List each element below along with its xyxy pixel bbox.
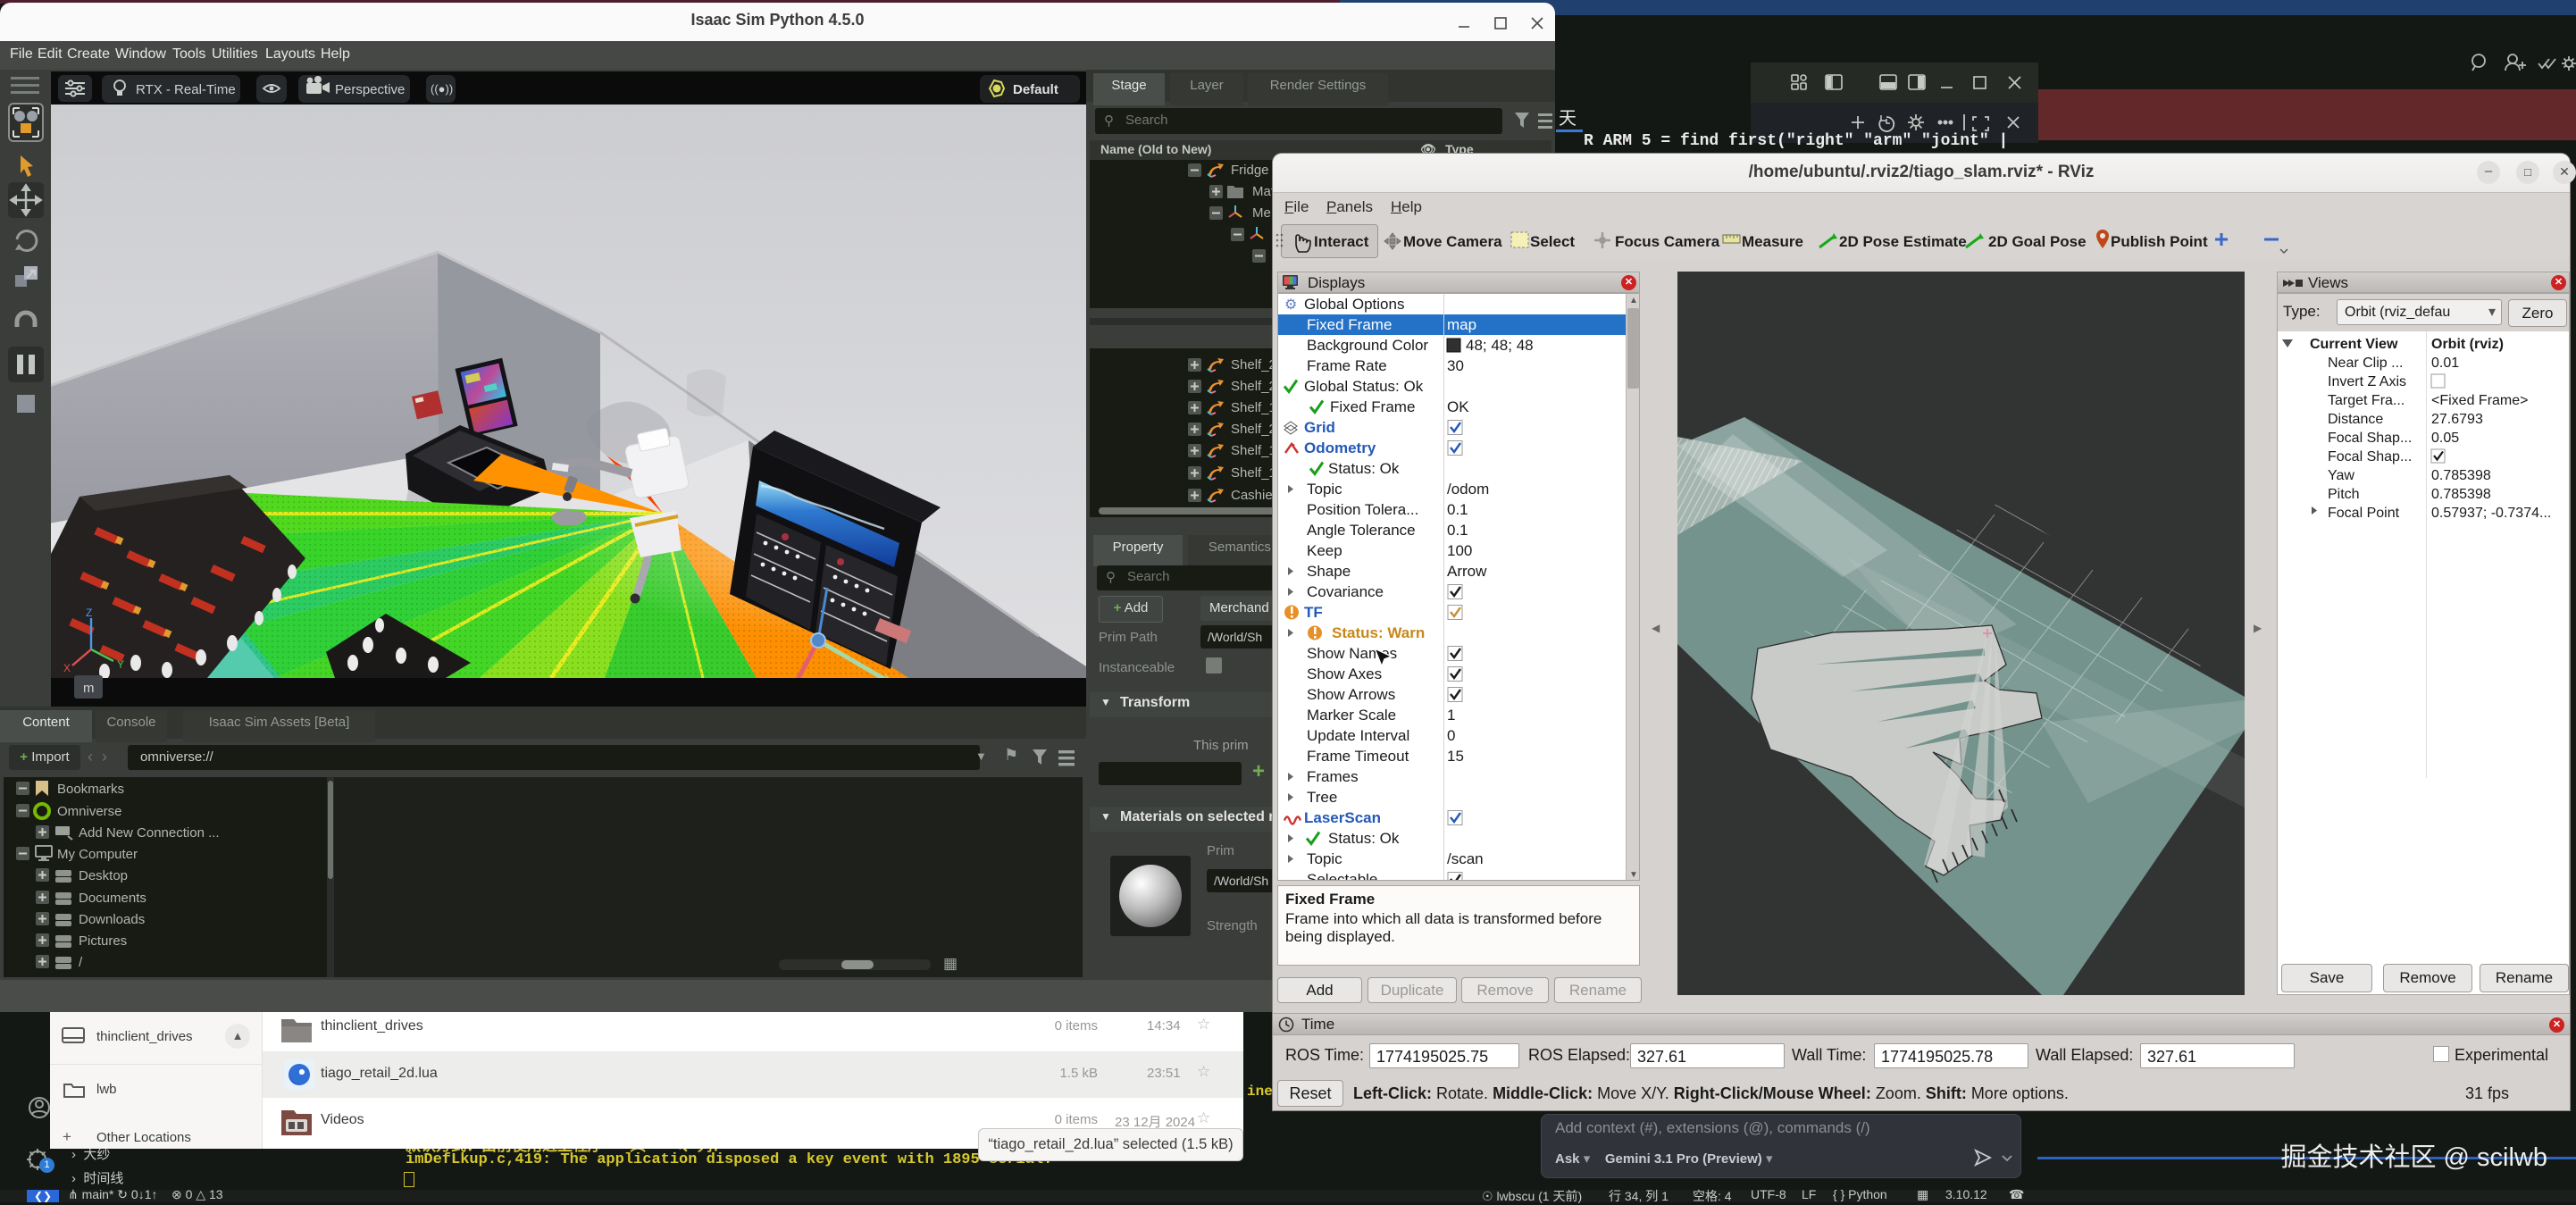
- svg-text:0.05: 0.05: [2431, 431, 2459, 446]
- svg-text:Add New Connection ...: Add New Connection ...: [79, 825, 220, 841]
- svg-text:Default: Default: [1013, 82, 1058, 97]
- svg-text:X: X: [63, 662, 71, 674]
- svg-text:Pitch: Pitch: [2328, 487, 2360, 502]
- svg-text:Current View: Current View: [2310, 337, 2398, 352]
- svg-text:Target Fra...: Target Fra...: [2328, 393, 2405, 408]
- svg-text:/odom: /odom: [1447, 481, 1489, 498]
- svg-text:((●)): ((●)): [431, 82, 453, 96]
- svg-text:Show Arrows: Show Arrows: [1307, 686, 1395, 703]
- svg-text:OK: OK: [1447, 398, 1469, 415]
- svg-text:Tree: Tree: [1307, 789, 1337, 806]
- svg-text:0: 0: [1447, 727, 1455, 744]
- svg-text:Frame Timeout: Frame Timeout: [1307, 748, 1409, 765]
- svg-text:Y: Y: [117, 658, 124, 671]
- svg-text:Me: Me: [1252, 205, 1271, 221]
- svg-text:Shelf_1: Shelf_1: [1231, 400, 1276, 415]
- svg-text:Global Status: Ok: Global Status: Ok: [1304, 378, 1424, 395]
- svg-text:100: 100: [1447, 542, 1472, 559]
- svg-text:Position Tolera...: Position Tolera...: [1307, 501, 1418, 518]
- svg-text:0.1: 0.1: [1447, 501, 1468, 518]
- svg-text:Near Clip ...: Near Clip ...: [2328, 356, 2403, 371]
- svg-text:Topic: Topic: [1307, 850, 1342, 867]
- svg-text:27.6793: 27.6793: [2431, 412, 2483, 427]
- svg-text:<Fixed Frame>: <Fixed Frame>: [2431, 393, 2528, 408]
- svg-text:0.785398: 0.785398: [2431, 468, 2491, 483]
- svg-text:Covariance: Covariance: [1307, 583, 1384, 600]
- svg-text:Selectable: Selectable: [1307, 871, 1377, 881]
- svg-text:Invert Z Axis: Invert Z Axis: [2328, 374, 2406, 389]
- svg-text:Angle Tolerance: Angle Tolerance: [1307, 522, 1416, 539]
- svg-text:Status: Ok: Status: Ok: [1328, 830, 1400, 847]
- svg-text:Global Options: Global Options: [1304, 296, 1404, 313]
- svg-text:Shelf_2: Shelf_2: [1231, 357, 1276, 372]
- svg-text:/: /: [79, 955, 83, 970]
- svg-text:TF: TF: [1304, 604, 1323, 621]
- svg-text:Focal Point: Focal Point: [2328, 506, 2400, 521]
- svg-text:Omniverse: Omniverse: [57, 804, 122, 819]
- svg-text:Pictures: Pictures: [79, 933, 127, 949]
- svg-text:30: 30: [1447, 357, 1464, 374]
- svg-text:Topic: Topic: [1307, 481, 1342, 498]
- svg-text:2D Goal Pose: 2D Goal Pose: [1988, 233, 2087, 250]
- svg-text:m: m: [83, 681, 95, 696]
- svg-text:Distance: Distance: [2328, 412, 2383, 427]
- svg-text:Shelf_2: Shelf_2: [1231, 379, 1276, 394]
- svg-text:Marker Scale: Marker Scale: [1307, 707, 1396, 724]
- svg-text:Select: Select: [1530, 233, 1575, 250]
- svg-text:Shelf_1: Shelf_1: [1231, 443, 1276, 458]
- svg-text:⚙: ⚙: [1284, 297, 1297, 313]
- svg-text:Interact: Interact: [1314, 233, 1369, 250]
- svg-text:Update Interval: Update Interval: [1307, 727, 1409, 744]
- svg-text:/scan: /scan: [1447, 850, 1484, 867]
- svg-text:Background Color: Background Color: [1307, 337, 1428, 354]
- svg-text:Yaw: Yaw: [2328, 468, 2354, 483]
- svg-text:Keep: Keep: [1307, 542, 1342, 559]
- svg-text:Grid: Grid: [1304, 419, 1335, 436]
- svg-text:Arrow: Arrow: [1447, 563, 1487, 580]
- svg-text:Perspective: Perspective: [335, 82, 405, 97]
- svg-text:0.01: 0.01: [2431, 356, 2459, 371]
- svg-text:Fixed Frame: Fixed Frame: [1330, 398, 1415, 415]
- svg-text:Mat: Mat: [1252, 184, 1275, 199]
- svg-text:Shelf_1: Shelf_1: [1231, 465, 1276, 481]
- svg-text:Measure: Measure: [1742, 233, 1803, 250]
- svg-text:15: 15: [1447, 748, 1464, 765]
- svg-text:Focus Camera: Focus Camera: [1615, 233, 1720, 250]
- svg-text:Fixed Frame: Fixed Frame: [1307, 316, 1392, 333]
- svg-text:My Computer: My Computer: [57, 847, 138, 862]
- svg-text:Shelf_2: Shelf_2: [1231, 422, 1276, 437]
- svg-text:Focal Shap...: Focal Shap...: [2328, 449, 2412, 464]
- svg-text:Odometry: Odometry: [1304, 439, 1376, 456]
- svg-text:RTX - Real-Time: RTX - Real-Time: [136, 82, 236, 97]
- svg-text:map: map: [1447, 316, 1476, 333]
- svg-text:48; 48; 48: 48; 48; 48: [1466, 337, 1534, 354]
- svg-text:Show Axes: Show Axes: [1307, 665, 1382, 682]
- svg-text:Move Camera: Move Camera: [1403, 233, 1502, 250]
- svg-text:Focal Shap...: Focal Shap...: [2328, 431, 2412, 446]
- svg-text:Frames: Frames: [1307, 768, 1359, 785]
- svg-text:Status: Ok: Status: Ok: [1328, 460, 1400, 477]
- svg-text:Desktop: Desktop: [79, 868, 128, 883]
- svg-text:Status: Warn: Status: Warn: [1332, 624, 1425, 641]
- svg-text:Orbit (rviz): Orbit (rviz): [2431, 337, 2504, 352]
- svg-text:2D Pose Estimate: 2D Pose Estimate: [1839, 233, 1967, 250]
- svg-text:Fridge: Fridge: [1231, 163, 1269, 178]
- svg-text:0.57937; -0.7374...: 0.57937; -0.7374...: [2431, 506, 2551, 521]
- svg-text:Documents: Documents: [79, 891, 146, 906]
- svg-text:Bookmarks: Bookmarks: [57, 782, 124, 797]
- svg-text:1: 1: [1447, 707, 1455, 724]
- svg-text:Frame Rate: Frame Rate: [1307, 357, 1387, 374]
- svg-text:0.785398: 0.785398: [2431, 487, 2491, 502]
- svg-text:Downloads: Downloads: [79, 912, 145, 927]
- svg-text:Shape: Shape: [1307, 563, 1351, 580]
- svg-text:Publish Point: Publish Point: [2111, 233, 2208, 250]
- svg-text:0.1: 0.1: [1447, 522, 1468, 539]
- svg-text:Cashie: Cashie: [1231, 488, 1273, 503]
- svg-text:Z: Z: [86, 607, 92, 619]
- svg-text:LaserScan: LaserScan: [1304, 809, 1381, 826]
